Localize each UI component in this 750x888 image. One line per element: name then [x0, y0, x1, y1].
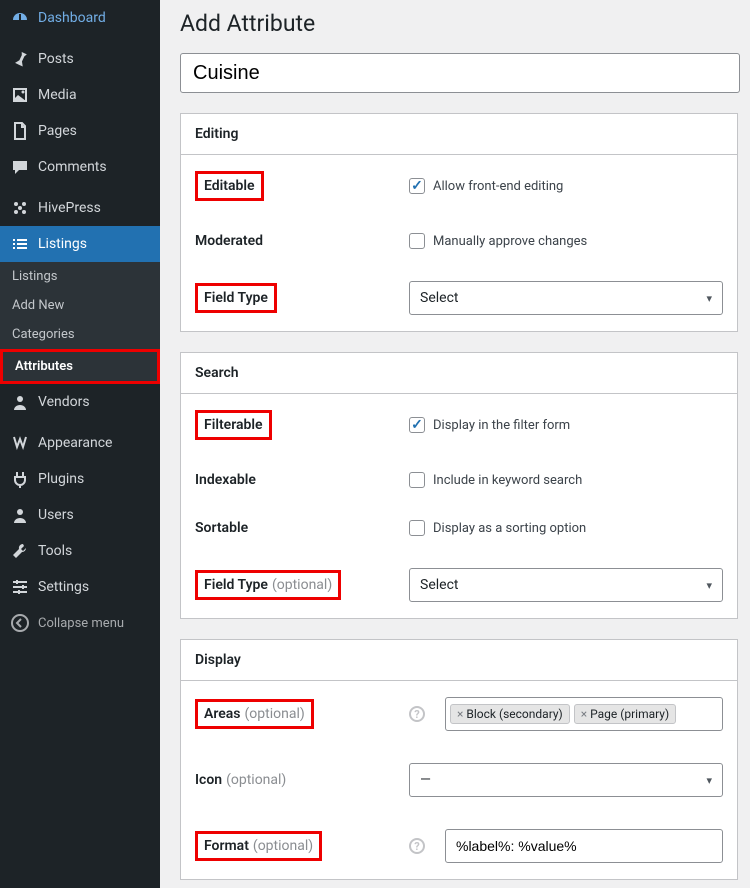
format-label: Format(optional)	[195, 831, 322, 861]
menu-item-dashboard[interactable]: Dashboard	[0, 0, 160, 36]
menu-label: HivePress	[38, 200, 101, 216]
areas-help-icon[interactable]: ?	[409, 706, 425, 722]
filterable-checkbox[interactable]	[409, 417, 425, 433]
format-help-icon[interactable]: ?	[409, 838, 425, 854]
appearance-icon	[10, 433, 30, 453]
content-area: Add Attribute Editing Editable Allow fro…	[160, 0, 750, 888]
menu-label: Appearance	[38, 435, 112, 451]
sortable-checkbox[interactable]	[409, 520, 425, 536]
menu-item-appearance[interactable]: Appearance	[0, 425, 160, 461]
menu-label: Settings	[38, 579, 89, 595]
menu-label: Tools	[38, 543, 72, 559]
area-tag[interactable]: Block (secondary)	[450, 704, 570, 724]
dashboard-icon	[10, 8, 30, 28]
menu-item-hivepress[interactable]: HivePress	[0, 190, 160, 226]
editable-check-label: Allow front-end editing	[433, 179, 563, 194]
editable-checkbox[interactable]	[409, 178, 425, 194]
menu-label: Plugins	[38, 471, 84, 487]
menu-item-listings[interactable]: Listings	[0, 226, 160, 262]
areas-label: Areas(optional)	[195, 699, 314, 729]
filterable-check-label: Display in the filter form	[433, 418, 570, 433]
submenu-item-listings[interactable]: Listings	[0, 262, 160, 291]
menu-label: Listings	[38, 236, 87, 252]
submenu-listings: ListingsAdd NewCategoriesAttributes	[0, 262, 160, 384]
menu-item-pages[interactable]: Pages	[0, 113, 160, 149]
menu-label: Pages	[38, 123, 77, 139]
page-title: Add Attribute	[180, 10, 750, 37]
list-icon	[10, 234, 30, 254]
submenu-item-add-new[interactable]: Add New	[0, 291, 160, 320]
menu-item-plugins[interactable]: Plugins	[0, 461, 160, 497]
menu-item-tools[interactable]: Tools	[0, 533, 160, 569]
vendor-icon	[10, 392, 30, 412]
icon-label: Icon(optional)	[195, 772, 395, 788]
indexable-label: Indexable	[195, 472, 395, 488]
search-fieldtype-select[interactable]: Select	[409, 568, 723, 602]
settings-icon	[10, 577, 30, 597]
area-tag[interactable]: Page (primary)	[574, 704, 676, 724]
collapse-label: Collapse menu	[38, 616, 124, 631]
display-heading: Display	[181, 640, 737, 681]
collapse-menu[interactable]: Collapse menu	[0, 605, 160, 641]
hivepress-icon	[10, 198, 30, 218]
pin-icon	[10, 49, 30, 69]
search-panel: Search Filterable Display in the filter …	[180, 352, 738, 619]
admin-sidebar: Dashboard Posts Media Pages Comments HivePres…	[0, 0, 160, 888]
comment-icon	[10, 157, 30, 177]
editing-fieldtype-label: Field Type	[195, 283, 277, 313]
plugin-icon	[10, 469, 30, 489]
display-panel: Display Areas(optional) ? Block (seconda…	[180, 639, 738, 880]
menu-label: Dashboard	[38, 10, 106, 26]
tool-icon	[10, 541, 30, 561]
menu-label: Posts	[38, 51, 74, 67]
media-icon	[10, 85, 30, 105]
moderated-checkbox[interactable]	[409, 233, 425, 249]
submenu-item-categories[interactable]: Categories	[0, 320, 160, 349]
menu-item-settings[interactable]: Settings	[0, 569, 160, 605]
moderated-check-label: Manually approve changes	[433, 234, 587, 249]
editable-label: Editable	[195, 171, 264, 201]
menu-item-users[interactable]: Users	[0, 497, 160, 533]
sortable-label: Sortable	[195, 520, 395, 536]
format-input[interactable]	[445, 829, 723, 863]
editing-fieldtype-select[interactable]: Select	[409, 281, 723, 315]
filterable-label: Filterable	[195, 410, 272, 440]
menu-label: Users	[38, 507, 74, 523]
submenu-item-attributes[interactable]: Attributes	[0, 349, 160, 384]
search-fieldtype-label: Field Type(optional)	[195, 570, 341, 600]
menu-item-comments[interactable]: Comments	[0, 149, 160, 185]
areas-tags-input[interactable]: Block (secondary) Page (primary)	[445, 697, 723, 731]
menu-item-posts[interactable]: Posts	[0, 41, 160, 77]
editing-heading: Editing	[181, 114, 737, 155]
editing-panel: Editing Editable Allow front-end editing…	[180, 113, 738, 332]
search-heading: Search	[181, 353, 737, 394]
attribute-title-input[interactable]	[180, 53, 740, 93]
collapse-icon	[10, 613, 30, 633]
indexable-check-label: Include in keyword search	[433, 473, 582, 488]
indexable-checkbox[interactable]	[409, 472, 425, 488]
menu-label: Media	[38, 87, 77, 103]
icon-select[interactable]: —	[409, 763, 723, 797]
sortable-check-label: Display as a sorting option	[433, 521, 586, 536]
menu-item-media[interactable]: Media	[0, 77, 160, 113]
menu-label: Vendors	[38, 394, 90, 410]
page-icon	[10, 121, 30, 141]
user-icon	[10, 505, 30, 525]
menu-item-vendors[interactable]: Vendors	[0, 384, 160, 420]
moderated-label: Moderated	[195, 233, 395, 249]
menu-label: Comments	[38, 159, 107, 175]
